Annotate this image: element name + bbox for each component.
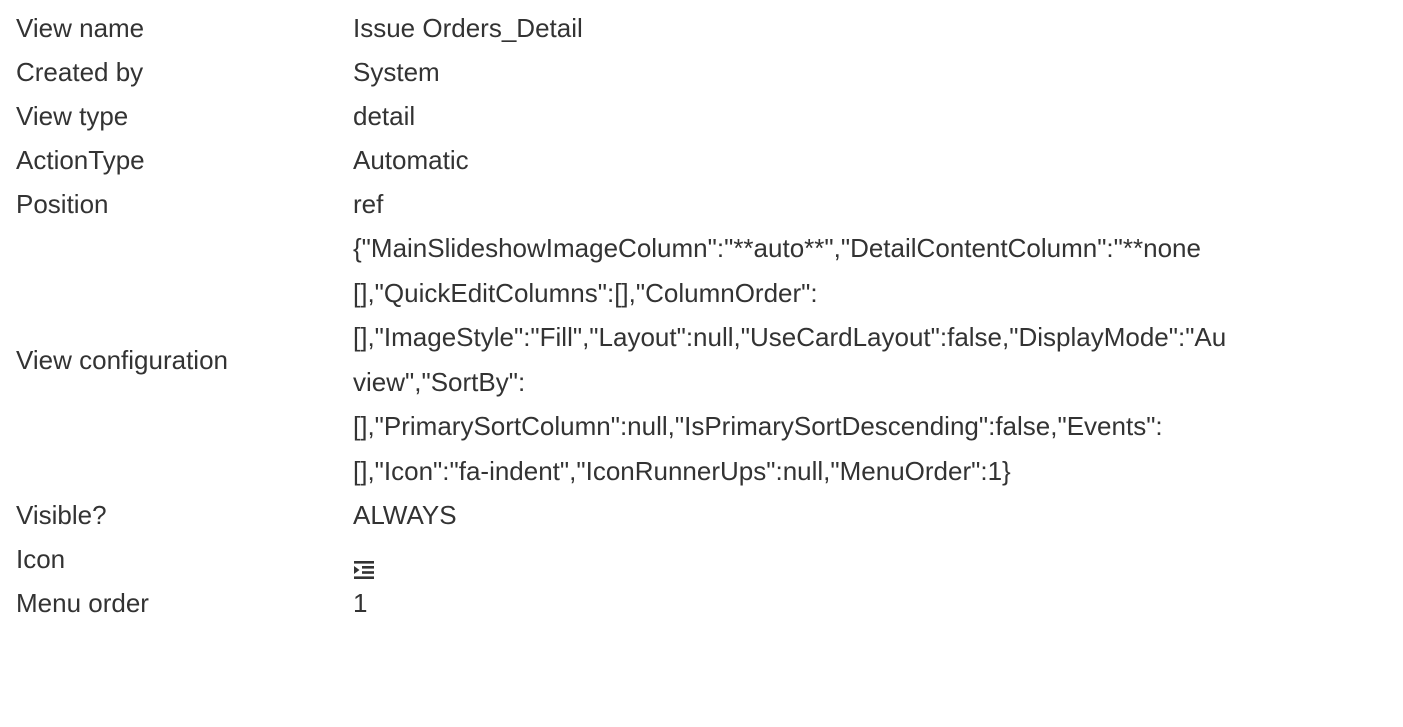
config-line: {"MainSlideshowImageColumn":"**auto**","… (353, 233, 1201, 263)
property-row-view-type: View type detail (16, 94, 1403, 138)
config-line: [],"Icon":"fa-indent","IconRunnerUps":nu… (353, 455, 1011, 486)
property-row-menu-order: Menu order 1 (16, 581, 1403, 625)
property-row-action-type: ActionType Automatic (16, 138, 1403, 182)
property-value: detail (353, 101, 416, 131)
property-value: System (353, 57, 440, 87)
property-label: View configuration (16, 344, 228, 375)
view-configuration-json: {"MainSlideshowImageColumn":"**auto**","… (353, 226, 1403, 493)
config-line: view","SortBy": (353, 366, 526, 397)
property-label: Icon (16, 544, 66, 574)
property-label: Created by (16, 57, 144, 87)
property-value: Automatic (353, 145, 469, 175)
property-value: ALWAYS (353, 500, 457, 530)
property-label: View type (16, 101, 129, 131)
property-value: Issue Orders_Detail (353, 13, 583, 43)
config-line: [],"PrimarySortColumn":null,"IsPrimarySo… (353, 411, 1163, 441)
property-row-icon: Icon (16, 537, 1403, 581)
indent-icon (353, 549, 375, 580)
view-properties-table: View name Issue Orders_Detail Created by… (16, 0, 1403, 625)
property-row-view-configuration: View configuration {"MainSlideshowImageC… (16, 226, 1403, 493)
property-label: ActionType (16, 145, 145, 175)
property-label: Visible? (16, 500, 107, 530)
property-row-view-name: View name Issue Orders_Detail (16, 0, 1403, 50)
property-row-visible: Visible? ALWAYS (16, 493, 1403, 537)
property-value: ref (353, 189, 384, 219)
property-row-created-by: Created by System (16, 50, 1403, 94)
config-line: [],"ImageStyle":"Fill","Layout":null,"Us… (353, 322, 1227, 352)
property-row-position: Position ref (16, 182, 1403, 226)
config-line: [],"QuickEditColumns":[],"ColumnOrder": (353, 277, 818, 308)
property-label: Position (16, 189, 109, 219)
property-value (353, 537, 1403, 581)
property-label: Menu order (16, 588, 149, 618)
property-value: 1 (353, 588, 368, 618)
property-label: View name (16, 13, 145, 43)
